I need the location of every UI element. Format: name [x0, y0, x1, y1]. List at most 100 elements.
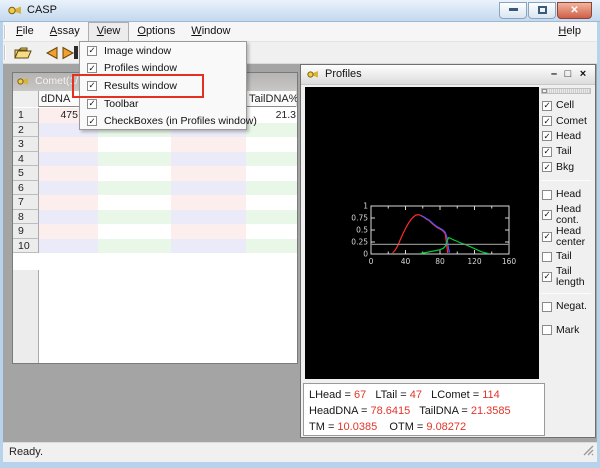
table-cell[interactable] — [171, 224, 246, 239]
unchecked-checkbox-icon — [542, 302, 552, 312]
table-cell[interactable] — [171, 239, 246, 254]
row-header-9[interactable]: 9 — [13, 224, 39, 239]
table-cell[interactable] — [39, 166, 98, 181]
checkbox-group-separator — [541, 180, 591, 181]
table-cell[interactable] — [246, 166, 297, 181]
row-header-6[interactable]: 6 — [13, 181, 39, 196]
table-cell[interactable] — [246, 137, 297, 152]
toolbar-partial-icon — [74, 46, 78, 59]
casp-application-window: CASP ✕ FileAssayViewOptionsWindow Help — [0, 0, 600, 468]
menu-item-options[interactable]: Options — [129, 22, 183, 42]
row-header-2[interactable]: 2 — [13, 123, 39, 138]
maximize-button[interactable] — [528, 2, 556, 19]
checkbox-tail[interactable]: ✓Tail — [539, 144, 593, 159]
checkbox-tail-length[interactable]: ✓Tail length — [539, 266, 593, 288]
row-header-7[interactable]: 7 — [13, 195, 39, 210]
row-header-1[interactable]: 1 — [13, 108, 39, 123]
checkbox-label: Head — [556, 189, 581, 200]
table-cell[interactable] — [98, 195, 171, 210]
row-header-10[interactable]: 10 — [13, 239, 39, 254]
menu-items: FileAssayViewOptionsWindow — [8, 22, 238, 42]
table-cell[interactable] — [246, 210, 297, 225]
table-cell[interactable] — [246, 224, 297, 239]
checkbox-mark[interactable]: Mark — [539, 322, 593, 337]
menu-item-file[interactable]: File — [8, 22, 42, 42]
results-line: HeadDNA = 78.6415 TailDNA = 21.3585 — [309, 403, 544, 419]
result-value: 10.0385 — [337, 421, 377, 433]
checkbox-panel-scrollbar[interactable] — [541, 88, 591, 94]
table-cell[interactable] — [39, 195, 98, 210]
profiles-checkbox-panel: ✓Cell✓Comet✓Head✓Tail✓BkgHead✓Head cont.… — [539, 87, 593, 379]
table-cell[interactable] — [98, 152, 171, 167]
checkbox-cell[interactable]: ✓Cell — [539, 98, 593, 113]
row-header-5[interactable]: 5 — [13, 166, 39, 181]
profiles-window-icon — [307, 70, 319, 82]
table-cell[interactable] — [39, 152, 98, 167]
table-row: 6 — [13, 181, 297, 196]
tail-profile — [420, 238, 488, 254]
profiles-window[interactable]: Profiles – □ × 0408012016000.250.50.751 … — [300, 64, 596, 438]
resize-grip-icon[interactable] — [583, 445, 594, 459]
row-header-8[interactable]: 8 — [13, 210, 39, 225]
checkbox-comet[interactable]: ✓Comet — [539, 113, 593, 128]
table-cell[interactable] — [98, 137, 171, 152]
open-file-button[interactable] — [11, 43, 33, 63]
table-cell[interactable] — [98, 224, 171, 239]
menu-item-assay[interactable]: Assay — [42, 22, 88, 42]
table-cell[interactable] — [98, 210, 171, 225]
table-cell[interactable] — [39, 210, 98, 225]
checkbox-head[interactable]: Head — [539, 186, 593, 204]
table-cell[interactable] — [39, 239, 98, 254]
table-cell[interactable] — [98, 166, 171, 181]
table-corner-cell[interactable] — [13, 91, 39, 107]
menu-option-image-window[interactable]: ✓Image window — [80, 42, 246, 60]
table-cell[interactable] — [39, 137, 98, 152]
svg-text:0: 0 — [363, 250, 368, 259]
checkbox-tail[interactable]: Tail — [539, 248, 593, 266]
checkbox-label: Tail — [556, 251, 572, 262]
menubar-grip[interactable] — [4, 25, 6, 39]
profiles-close-button[interactable]: × — [576, 67, 590, 82]
profiles-titlebar[interactable]: Profiles – □ × — [301, 65, 595, 85]
table-cell[interactable] — [171, 181, 246, 196]
table-cell[interactable] — [171, 137, 246, 152]
results-line: LHead = 67 LTail = 47 LComet = 114 — [309, 387, 544, 403]
table-cell[interactable] — [246, 152, 297, 167]
table-cell[interactable] — [246, 239, 297, 254]
column-header-taildna[interactable]: TailDNA% — [246, 91, 297, 107]
profiles-maximize-button[interactable]: □ — [561, 67, 575, 82]
table-cell[interactable] — [98, 181, 171, 196]
checked-checkbox-icon: ✓ — [87, 116, 97, 126]
row-header-4[interactable]: 4 — [13, 152, 39, 167]
table-cell[interactable] — [39, 224, 98, 239]
menu-item-view[interactable]: View — [88, 22, 130, 42]
row-header-3[interactable]: 3 — [13, 137, 39, 152]
menu-item-window[interactable]: Window — [183, 22, 238, 42]
checkbox-bkg[interactable]: ✓Bkg — [539, 160, 593, 175]
profiles-minimize-button[interactable]: – — [547, 67, 561, 82]
checkbox-negat-[interactable]: Negat. — [539, 299, 593, 314]
table-cell[interactable] — [98, 239, 171, 254]
result-label: LComet = — [422, 389, 482, 401]
scrollbar-thumb[interactable] — [542, 89, 547, 93]
title-bar[interactable]: CASP ✕ — [0, 0, 600, 22]
checkbox-head[interactable]: ✓Head — [539, 129, 593, 144]
checkbox-head-cont-[interactable]: ✓Head cont. — [539, 204, 593, 226]
menu-item-help[interactable]: Help — [550, 22, 589, 41]
table-cell[interactable] — [171, 152, 246, 167]
menu-option-checkboxes-in-profiles-window-[interactable]: ✓CheckBoxes (in Profiles window) — [80, 112, 246, 130]
profiles-window-title: Profiles — [325, 68, 362, 80]
table-cell[interactable] — [171, 195, 246, 210]
result-value: 67 — [354, 389, 366, 401]
toolbar-grip[interactable] — [4, 45, 6, 60]
close-button[interactable]: ✕ — [557, 2, 592, 19]
table-cell[interactable] — [171, 210, 246, 225]
table-cell[interactable] — [246, 195, 297, 210]
table-cell[interactable] — [171, 166, 246, 181]
checkbox-head-center[interactable]: ✓Head center — [539, 226, 593, 248]
menu-option-label: Toolbar — [104, 98, 138, 110]
checked-checkbox-icon: ✓ — [542, 101, 552, 111]
table-cell[interactable] — [246, 181, 297, 196]
minimize-button[interactable] — [499, 2, 527, 19]
table-cell[interactable] — [39, 181, 98, 196]
